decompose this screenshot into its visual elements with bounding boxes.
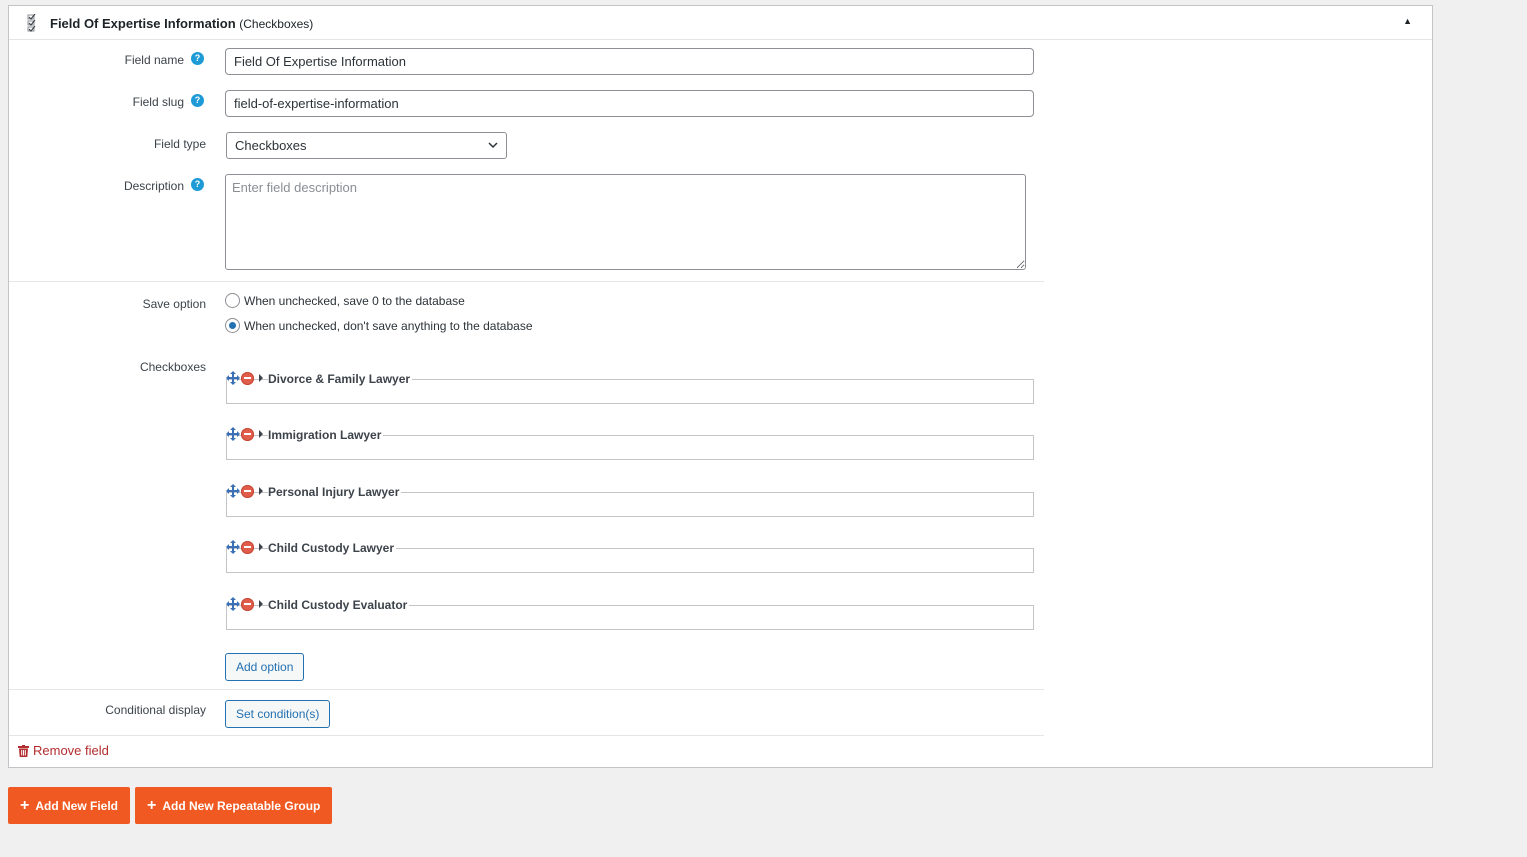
plus-icon: +	[20, 796, 30, 814]
option-label: Personal Injury Lawyer	[268, 485, 402, 499]
move-icon[interactable]	[226, 597, 240, 611]
plus-icon: +	[147, 796, 157, 814]
option-controls	[226, 540, 263, 554]
field-slug-input[interactable]	[225, 90, 1034, 117]
collapse-arrow-icon[interactable]: ▲	[1403, 16, 1412, 26]
field-panel-header[interactable]: Field Of Expertise Information (Checkbox…	[9, 6, 1432, 40]
add-new-repeatable-group-button[interactable]: + Add New Repeatable Group	[135, 787, 333, 824]
radio-button-checked[interactable]	[225, 318, 240, 333]
remove-field-label: Remove field	[33, 743, 109, 758]
checkbox-option: Divorce & Family Lawyer	[226, 371, 1034, 405]
expand-triangle-icon[interactable]	[259, 430, 263, 438]
checkbox-option: Personal Injury Lawyer	[226, 484, 1034, 518]
field-name-input[interactable]	[225, 48, 1034, 75]
divider	[9, 735, 1044, 736]
expand-triangle-icon[interactable]	[259, 600, 263, 608]
add-new-repeatable-group-label: Add New Repeatable Group	[162, 798, 321, 813]
radio-label: When unchecked, don't save anything to t…	[244, 318, 533, 333]
option-controls	[226, 597, 263, 611]
divider	[9, 689, 1044, 690]
add-new-field-label: Add New Field	[35, 798, 119, 813]
field-title-type: (Checkboxes)	[239, 17, 314, 31]
remove-option-icon[interactable]	[241, 597, 254, 611]
save-option-radio-0[interactable]: When unchecked, save 0 to the database	[225, 293, 465, 308]
chevron-down-icon	[488, 142, 498, 149]
remove-field-link[interactable]: Remove field	[18, 743, 109, 758]
trash-icon	[18, 744, 29, 757]
move-icon[interactable]	[226, 371, 240, 385]
expand-triangle-icon[interactable]	[259, 487, 263, 495]
radio-button[interactable]	[225, 293, 240, 308]
option-controls	[226, 371, 263, 385]
field-title-name: Field Of Expertise Information	[50, 16, 236, 31]
checkbox-type-icon	[27, 14, 36, 32]
description-label: Description	[123, 179, 184, 193]
add-new-field-button[interactable]: + Add New Field	[8, 787, 131, 824]
checkboxes-label: Checkboxes	[139, 360, 206, 374]
checkbox-option: Immigration Lawyer	[226, 427, 1034, 461]
field-name-label: Field name	[124, 53, 184, 67]
set-conditions-button[interactable]: Set condition(s)	[225, 700, 331, 728]
move-icon[interactable]	[226, 540, 240, 554]
save-option-radio-1[interactable]: When unchecked, don't save anything to t…	[225, 318, 533, 333]
expand-triangle-icon[interactable]	[259, 374, 263, 382]
conditional-display-label: Conditional display	[105, 703, 206, 717]
radio-label: When unchecked, save 0 to the database	[244, 293, 465, 308]
field-slug-label: Field slug	[132, 95, 184, 109]
checkbox-option: Child Custody Lawyer	[226, 540, 1034, 574]
option-controls	[226, 427, 263, 441]
help-icon[interactable]: ?	[191, 52, 204, 65]
remove-option-icon[interactable]	[241, 427, 254, 441]
option-controls	[226, 484, 263, 498]
option-label: Child Custody Evaluator	[268, 598, 410, 612]
field-type-select[interactable]: Checkboxes	[226, 132, 507, 159]
remove-option-icon[interactable]	[241, 484, 254, 498]
help-icon[interactable]: ?	[191, 178, 204, 191]
description-textarea[interactable]	[225, 174, 1026, 270]
field-type-label: Field type	[153, 137, 206, 151]
option-label: Child Custody Lawyer	[268, 541, 397, 555]
save-option-label: Save option	[142, 297, 206, 311]
field-title: Field Of Expertise Information (Checkbox…	[50, 16, 313, 31]
option-label: Divorce & Family Lawyer	[268, 372, 413, 386]
expand-triangle-icon[interactable]	[259, 543, 263, 551]
add-option-button[interactable]: Add option	[225, 653, 305, 681]
remove-option-icon[interactable]	[241, 371, 254, 385]
checkbox-option: Child Custody Evaluator	[226, 597, 1034, 631]
remove-option-icon[interactable]	[241, 540, 254, 554]
field-type-value: Checkboxes	[235, 138, 307, 153]
option-label: Immigration Lawyer	[268, 428, 384, 442]
move-icon[interactable]	[226, 427, 240, 441]
move-icon[interactable]	[226, 484, 240, 498]
divider	[9, 281, 1044, 282]
field-panel: Field Of Expertise Information (Checkbox…	[8, 5, 1433, 768]
help-icon[interactable]: ?	[191, 94, 204, 107]
